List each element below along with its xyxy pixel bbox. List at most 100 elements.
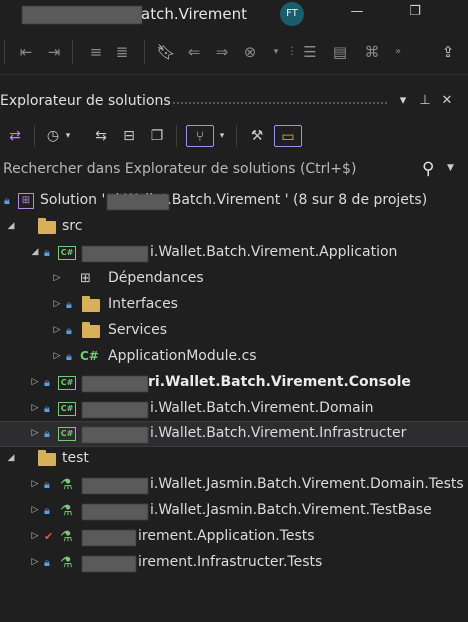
tree-item-console-project[interactable]: ▷ 🔒︎ C# ri.Wallet.Batch.Virement.Console [0, 371, 468, 397]
lock-icon: 🔒︎ [44, 402, 50, 415]
prev-bookmark-icon[interactable]: ⇐ [184, 42, 204, 62]
panel-title: Explorateur de solutions [0, 93, 171, 109]
project-label: irement.Application.Tests [138, 528, 315, 544]
folder-label: test [62, 450, 89, 466]
uncomment-icon[interactable]: ⇥ [44, 42, 64, 62]
expand-closed-icon[interactable]: ▷ [52, 299, 62, 309]
pending-changes-filter-icon[interactable]: ⑂ [186, 125, 214, 147]
overflow-icon[interactable]: » [388, 42, 408, 62]
csharp-project-icon: C# [58, 427, 76, 441]
redacted-text [22, 6, 142, 24]
history-dropdown-icon[interactable]: ▾ [62, 125, 74, 147]
redacted-text [82, 376, 148, 392]
indent-icon[interactable]: ≡ [86, 42, 106, 62]
main-toolbar: ⇤ ⇥ ≡ ≣ 🔖︎ ⇐ ⇒ ⊗ ▾ ⋮ ☰ ▤ ⌘ » ⇪ [0, 32, 468, 75]
search-icon[interactable]: ⚲ [422, 159, 434, 179]
item-label: Dépendances [108, 270, 204, 286]
expand-closed-icon[interactable]: ▷ [30, 377, 40, 387]
show-all-files-icon[interactable]: ❐ [146, 125, 168, 147]
share-icon[interactable]: ⇪ [438, 42, 458, 62]
project-label: i.Wallet.Batch.Virement.Infrastructer [150, 425, 407, 441]
pin-icon[interactable]: ⊥ [418, 93, 432, 108]
restore-button[interactable]: ❐ [403, 4, 427, 24]
redacted-text [82, 556, 136, 572]
csharp-file-icon: C# [80, 349, 99, 363]
lock-icon: 🔒︎ [44, 376, 50, 389]
toolbar-separator [34, 125, 35, 147]
item-label: Services [108, 322, 168, 338]
expand-closed-icon[interactable]: ▷ [30, 403, 40, 413]
tree-item-solution[interactable]: 🔒︎ ⊞ Solution ' ri.Wallet.Batch.Virement… [0, 189, 468, 215]
tree-item-app-tests[interactable]: ▷ ✔ ⚗ irement.Application.Tests [0, 525, 468, 551]
redacted-text [82, 504, 148, 520]
test-project-icon: ⚗ [60, 529, 73, 545]
expand-closed-icon[interactable]: ▷ [52, 273, 62, 283]
collapse-all-icon[interactable]: ⊟ [118, 125, 140, 147]
tree-item-interfaces[interactable]: ▷ 🔒︎ Interfaces [0, 293, 468, 319]
toolbar-separator [176, 125, 177, 147]
search-box[interactable]: Rechercher dans Explorateur de solutions… [0, 157, 468, 183]
list-icon[interactable]: ☰ [300, 42, 320, 62]
solution-explorer-header: Explorateur de solutions ▾ ⊥ ✕ [0, 92, 468, 114]
title-bar: atch.Virement FT — ❐ [0, 0, 468, 30]
folder-icon [82, 296, 100, 312]
panel-grip[interactable] [172, 101, 388, 105]
history-icon[interactable]: ◷ [42, 125, 64, 147]
redacted-text [82, 402, 148, 418]
diagram-icon[interactable]: ⌘ [362, 42, 382, 62]
tree-item-src-folder[interactable]: ◢ src [0, 215, 468, 241]
tree-item-domain-tests[interactable]: ▷ 🔒︎ ⚗ i.Wallet.Jasmin.Batch.Virement.Do… [0, 473, 468, 499]
expand-closed-icon[interactable]: ▷ [52, 351, 62, 361]
expand-closed-icon[interactable]: ▷ [30, 505, 40, 515]
expand-open-icon[interactable]: ◢ [6, 221, 16, 231]
folder-label: src [62, 218, 83, 234]
lock-icon: 🔒︎ [66, 298, 72, 311]
tree-item-test-folder[interactable]: ◢ test [0, 447, 468, 473]
tree-item-app-project[interactable]: ◢ 🔒︎ C# i.Wallet.Batch.Virement.Applicat… [0, 241, 468, 267]
project-label: i.Wallet.Jasmin.Batch.Virement.TestBase [150, 502, 432, 518]
expand-closed-icon[interactable]: ▷ [52, 325, 62, 335]
panel-dropdown-icon[interactable]: ▾ [396, 93, 410, 108]
redacted-text [82, 246, 148, 262]
item-label: Interfaces [108, 296, 178, 312]
redacted-text [107, 194, 169, 210]
toolbar-separator [4, 40, 5, 64]
next-bookmark-icon[interactable]: ⇒ [212, 42, 232, 62]
project-label: ri.Wallet.Batch.Virement.Console [148, 374, 411, 390]
folder-icon [38, 450, 56, 466]
close-icon[interactable]: ✕ [440, 93, 454, 108]
properties-wrench-icon[interactable]: ⚒ [246, 125, 268, 147]
search-options-dropdown-icon[interactable]: ▼ [447, 163, 454, 173]
tree-item-application-module[interactable]: ▷ 🔒︎ C# ApplicationModule.cs [0, 345, 468, 371]
expand-closed-icon[interactable]: ▷ [30, 428, 40, 438]
tree-item-domain-project[interactable]: ▷ 🔒︎ C# i.Wallet.Batch.Virement.Domain [0, 397, 468, 423]
bookmark-icon[interactable]: 🔖︎ [156, 42, 176, 62]
outdent-icon[interactable]: ≣ [112, 42, 132, 62]
expand-closed-icon[interactable]: ▷ [30, 531, 40, 541]
preview-icon[interactable]: ▭ [274, 125, 302, 147]
project-label: i.Wallet.Jasmin.Batch.Virement.Domain.Te… [150, 476, 464, 492]
expand-open-icon[interactable]: ◢ [6, 453, 16, 463]
document-icon[interactable]: ▤ [330, 42, 350, 62]
lock-icon: 🔒︎ [44, 246, 50, 259]
tree-item-testbase[interactable]: ▷ 🔒︎ ⚗ i.Wallet.Jasmin.Batch.Virement.Te… [0, 499, 468, 525]
switch-views-icon[interactable]: ⇄ [4, 125, 26, 147]
tree-item-infra-project[interactable]: ▷ 🔒︎ C# i.Wallet.Batch.Virement.Infrastr… [0, 421, 468, 447]
tree-item-infra-tests[interactable]: ▷ 🔒︎ ⚗ irement.Infrastructer.Tests [0, 551, 468, 577]
tree-item-services[interactable]: ▷ 🔒︎ Services [0, 319, 468, 345]
search-input[interactable]: Rechercher dans Explorateur de solutions… [3, 161, 356, 177]
comment-icon[interactable]: ⇤ [16, 42, 36, 62]
grip-icon: ⋮ [287, 46, 297, 57]
expand-closed-icon[interactable]: ▷ [30, 557, 40, 567]
user-avatar[interactable]: FT [280, 2, 304, 26]
filter-dropdown-icon[interactable]: ▾ [216, 125, 228, 147]
tree-item-dependencies[interactable]: ▷ ⊞ Dépendances [0, 267, 468, 293]
sync-icon[interactable]: ⇆ [90, 125, 112, 147]
toolbar-separator [72, 40, 73, 64]
clear-bookmarks-icon[interactable]: ⊗ [240, 42, 260, 62]
solution-icon: ⊞ [18, 193, 34, 209]
lock-icon: 🔒︎ [66, 350, 72, 363]
minimize-button[interactable]: — [345, 4, 369, 24]
expand-closed-icon[interactable]: ▷ [30, 479, 40, 489]
expand-open-icon[interactable]: ◢ [30, 247, 40, 257]
